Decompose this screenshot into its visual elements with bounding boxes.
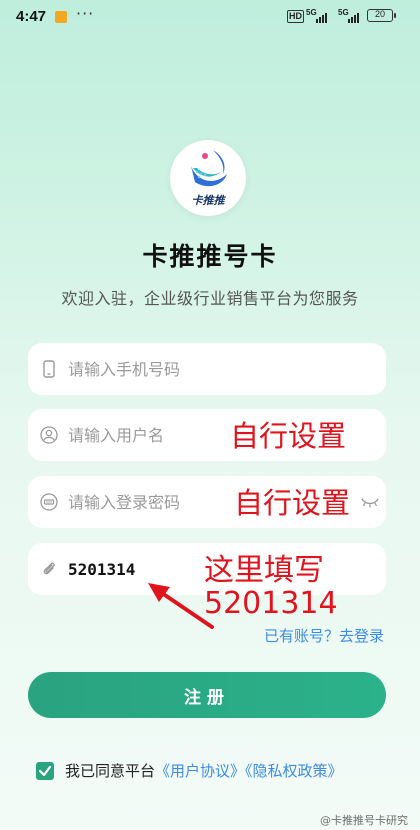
password-annotation: 自行设置 — [234, 486, 351, 520]
notification-icon — [55, 11, 67, 23]
invite-annotation-line2: 5201314 — [204, 586, 338, 621]
page-title: 卡推推号卡 — [142, 242, 278, 271]
privacy-policy-link[interactable]: 《隐私权政策》 — [245, 762, 343, 780]
network-type-label: 5G — [306, 8, 317, 17]
status-time: 4:47 — [16, 8, 47, 25]
eye-closed-icon[interactable] — [360, 496, 380, 508]
battery-icon: 20 — [367, 9, 396, 22]
network-type-label: 5G — [338, 8, 349, 17]
login-link[interactable]: 已有账号？去登录 — [264, 625, 384, 646]
app-logo: 卡推推 — [170, 140, 246, 216]
red-arrow-icon — [148, 583, 214, 629]
agreement-prefix: 我已同意平台 — [65, 762, 156, 780]
more-notifications-icon: ··· — [76, 4, 95, 23]
username-annotation: 自行设置 — [230, 419, 347, 453]
phone-field[interactable] — [28, 343, 386, 395]
attachment-icon — [43, 562, 55, 575]
password-icon — [40, 493, 58, 511]
user-icon — [40, 426, 58, 444]
page-subtitle: 欢迎入驻，企业级行业销售平台为您服务 — [61, 289, 359, 308]
watermark: @卡推推号卡研究 — [320, 814, 408, 827]
user-agreement-link[interactable]: 《用户协议》 — [155, 762, 245, 780]
logo-text: 卡推推 — [191, 194, 225, 207]
logo-mark-icon — [191, 150, 227, 187]
checkmark-icon — [38, 765, 52, 777]
register-button[interactable]: 注册 — [28, 672, 386, 718]
hd-icon: HD — [287, 10, 304, 23]
phone-input[interactable] — [68, 343, 348, 395]
invite-annotation-line1: 这里填写 — [204, 553, 324, 588]
battery-level: 20 — [374, 9, 385, 19]
phone-icon — [43, 360, 55, 378]
status-bar: 4:47 ··· HD 5G 5G 20 — [0, 0, 420, 34]
agreement-checkbox[interactable] — [36, 762, 54, 780]
